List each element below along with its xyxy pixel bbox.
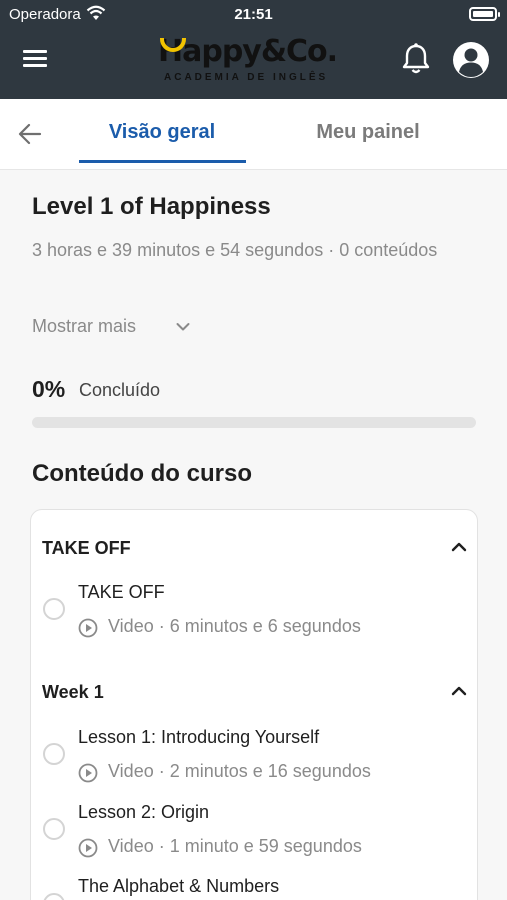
logo-text: Happy&Co. bbox=[158, 34, 338, 69]
tab-my-panel[interactable]: Meu painel bbox=[290, 121, 446, 144]
hamburger-icon bbox=[23, 50, 47, 53]
module-title: Week 1 bbox=[42, 682, 104, 702]
progress-label: Concluído bbox=[79, 380, 161, 400]
completion-checkbox[interactable] bbox=[43, 743, 65, 765]
brand-logo: Happy&Co. ACADEMIA DE INGLÊS bbox=[158, 34, 350, 88]
course-title: Level 1 of Happiness bbox=[32, 193, 271, 220]
completion-checkbox[interactable] bbox=[43, 893, 65, 900]
menu-button[interactable] bbox=[23, 50, 47, 68]
progress-percent: 0% bbox=[32, 376, 66, 402]
active-tab-indicator bbox=[79, 160, 246, 163]
play-circle-icon bbox=[78, 763, 98, 783]
lesson-meta-text: Video · 1 minuto e 59 segundos bbox=[108, 836, 362, 856]
progress-bar bbox=[32, 417, 476, 428]
lesson-meta-text: Video · 6 minutos e 6 segundos bbox=[108, 616, 361, 636]
tab-bar: Visão geral Meu painel bbox=[0, 99, 507, 170]
tab-overview[interactable]: Visão geral bbox=[78, 121, 246, 144]
app-header: Operadora 21:51 Happy&Co. ACADEMIA DE IN… bbox=[0, 0, 507, 99]
status-bar: Operadora 21:51 bbox=[0, 0, 507, 30]
show-more-label: Mostrar mais bbox=[32, 316, 137, 336]
logo-subtitle: ACADEMIA DE INGLÊS bbox=[164, 72, 329, 83]
user-circle-icon[interactable] bbox=[452, 41, 490, 79]
completion-checkbox[interactable] bbox=[43, 818, 65, 840]
battery-icon bbox=[469, 7, 500, 21]
chevron-up-icon[interactable] bbox=[451, 685, 467, 697]
play-circle-icon bbox=[78, 618, 98, 638]
lesson-title[interactable]: TAKE OFF bbox=[78, 582, 165, 603]
completion-checkbox[interactable] bbox=[43, 598, 65, 620]
course-content-card: TAKE OFF TAKE OFF Video · 6 minutos e 6 … bbox=[30, 509, 478, 900]
course-content-heading: Conteúdo do curso bbox=[32, 460, 252, 487]
course-meta: 3 horas e 39 minutos e 54 segundos · 0 c… bbox=[32, 240, 438, 260]
show-more-button[interactable]: Mostrar mais bbox=[32, 316, 190, 337]
bell-icon[interactable] bbox=[400, 42, 432, 76]
lesson-title[interactable]: Lesson 1: Introducing Yourself bbox=[78, 727, 319, 748]
play-circle-icon bbox=[78, 838, 98, 858]
arrow-left-icon[interactable] bbox=[18, 123, 42, 145]
chevron-down-icon bbox=[176, 323, 190, 331]
lesson-title[interactable]: The Alphabet & Numbers bbox=[78, 876, 279, 897]
module-title: TAKE OFF bbox=[42, 538, 131, 558]
lesson-meta-text: Video · 2 minutos e 16 segundos bbox=[108, 761, 371, 781]
clock: 21:51 bbox=[234, 6, 273, 23]
lesson-title[interactable]: Lesson 2: Origin bbox=[78, 802, 209, 823]
chevron-up-icon[interactable] bbox=[451, 541, 467, 553]
